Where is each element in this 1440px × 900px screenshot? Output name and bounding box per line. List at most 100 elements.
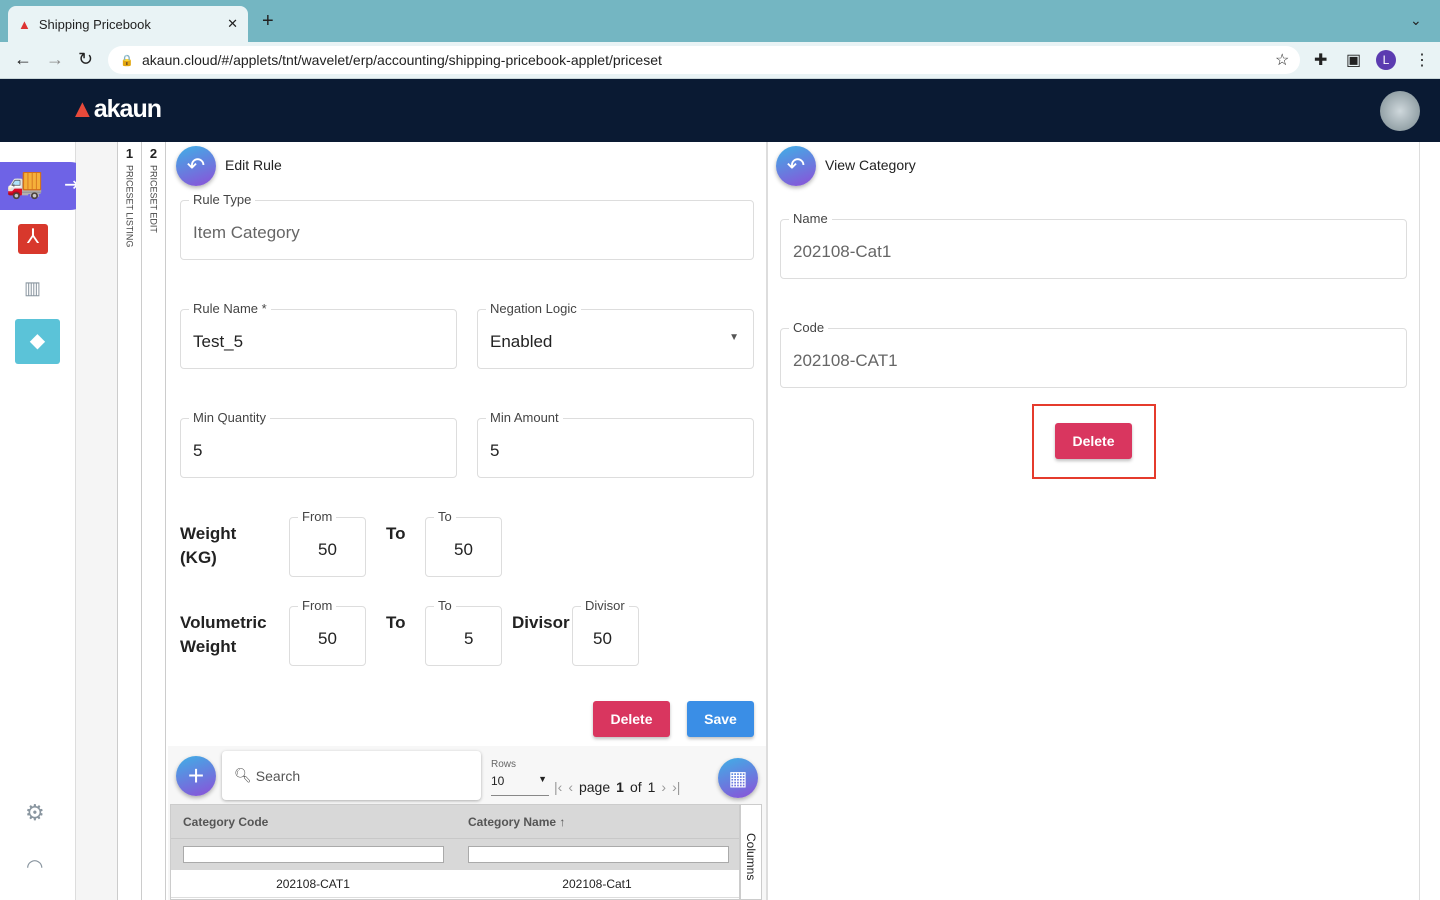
sidepanel-icon[interactable]: ▣ bbox=[1346, 50, 1361, 70]
edit-rule-panel: ↶ Edit Rule Rule Type Item Category Rule … bbox=[166, 142, 768, 900]
breadcrumb-priceset-listing[interactable]: 1 PRICESET LISTING bbox=[117, 142, 142, 900]
tab-title: Shipping Pricebook bbox=[38, 16, 151, 32]
volumetric-weight-label: Volumetric Weight bbox=[180, 613, 267, 656]
step-number: 2 bbox=[149, 146, 158, 161]
gear-icon[interactable]: ⚙ bbox=[25, 800, 45, 826]
value: Enabled bbox=[490, 332, 553, 351]
search-input[interactable]: 🔍︎ Search bbox=[222, 751, 481, 800]
dropdown-arrow-icon: ▼ bbox=[538, 774, 547, 784]
columns-sidebar-button[interactable]: Columns bbox=[740, 804, 762, 900]
prev-page-icon[interactable]: ‹ bbox=[568, 779, 573, 795]
vol-from-field[interactable]: From 50 bbox=[289, 598, 366, 666]
filter-row bbox=[171, 838, 739, 870]
column-header-category-name[interactable]: Category Name ↑ bbox=[456, 815, 565, 829]
column-header-category-code[interactable]: Category Code bbox=[171, 815, 456, 829]
step-label: PRICESET LISTING bbox=[124, 165, 135, 248]
category-name-field[interactable]: Name 202108-Cat1 bbox=[780, 211, 1407, 279]
negation-logic-select[interactable]: Negation Logic Enabled ▼ bbox=[477, 301, 754, 369]
add-button[interactable]: + bbox=[176, 756, 216, 796]
address-bar-row: ← → ↻ 🔒 akaun.cloud/#/applets/tnt/wavelet… bbox=[0, 42, 1440, 79]
rule-type-field[interactable]: Rule Type Item Category bbox=[180, 192, 754, 260]
next-page-icon[interactable]: › bbox=[661, 779, 666, 795]
rows-select[interactable]: 10 ▼ bbox=[491, 774, 549, 796]
page-word: page bbox=[578, 779, 611, 795]
value: 5 bbox=[490, 441, 500, 460]
url-text: akaun.cloud/#/applets/tnt/wavelet/erp/ac… bbox=[142, 52, 662, 68]
sort-asc-icon: ↑ bbox=[559, 814, 566, 829]
label: From bbox=[298, 509, 337, 524]
value: 50 bbox=[318, 540, 337, 559]
table-row[interactable]: 202108-CAT1 202108-Cat1 bbox=[171, 870, 739, 898]
label: Code bbox=[789, 320, 829, 335]
weight-to-field[interactable]: To 50 bbox=[425, 509, 502, 577]
label: Rule Type bbox=[189, 192, 256, 207]
divisor-field[interactable]: Divisor 50 bbox=[572, 598, 639, 666]
tag-icon[interactable]: ◆ bbox=[15, 319, 60, 364]
gap bbox=[76, 142, 117, 900]
value: Item Category bbox=[193, 223, 300, 242]
browser-tab[interactable]: ▲ Shipping Pricebook ✕ bbox=[8, 6, 248, 42]
last-page-icon[interactable]: ›| bbox=[672, 779, 680, 795]
placeholder: Search bbox=[255, 767, 301, 784]
label: Negation Logic bbox=[486, 301, 581, 316]
rows-label: Rows bbox=[491, 759, 517, 770]
label: Name bbox=[789, 211, 832, 226]
back-button[interactable]: ↶ bbox=[176, 146, 216, 186]
to-label: To bbox=[386, 613, 406, 632]
search-icon: 🔍︎ bbox=[234, 767, 252, 783]
breadcrumb-priceset-edit[interactable]: 2 PRICESET EDIT bbox=[141, 142, 166, 900]
cell-category-code: 202108-CAT1 bbox=[276, 876, 350, 891]
menu-icon[interactable]: ⋮ bbox=[1414, 50, 1430, 70]
grid-view-button[interactable]: ▦ bbox=[718, 758, 758, 798]
value: 5 bbox=[464, 629, 474, 648]
profile-avatar[interactable]: L bbox=[1376, 50, 1396, 70]
forward-icon[interactable]: → bbox=[46, 49, 64, 70]
value: Test_5 bbox=[193, 332, 244, 351]
table-header: Category Code Category Name ↑ bbox=[171, 805, 739, 838]
app-icon[interactable]: ⅄ bbox=[18, 224, 48, 254]
chevron-down-icon[interactable]: ⌄ bbox=[1410, 12, 1422, 29]
back-icon[interactable]: ← bbox=[14, 49, 32, 70]
cell-category-name: 202108-Cat1 bbox=[562, 876, 632, 891]
label: To bbox=[434, 509, 456, 524]
first-page-icon[interactable]: |‹ bbox=[554, 779, 562, 795]
save-button[interactable]: Save bbox=[687, 701, 754, 737]
user-avatar[interactable] bbox=[1380, 91, 1420, 131]
url-input[interactable]: 🔒 akaun.cloud/#/applets/tnt/wavelet/erp/a… bbox=[108, 46, 1300, 74]
book-icon[interactable]: ▥ bbox=[24, 278, 41, 299]
app-header bbox=[0, 79, 1440, 142]
pagination: |‹ ‹ page 1 of 1 › ›| bbox=[554, 779, 680, 795]
star-icon[interactable]: ☆ bbox=[1275, 50, 1289, 70]
angular-icon: ▲ bbox=[18, 16, 31, 32]
delete-rule-button[interactable]: Delete bbox=[593, 701, 670, 737]
value: 5 bbox=[193, 441, 203, 460]
total-pages: 1 bbox=[647, 779, 656, 795]
vol-to-field[interactable]: To 5 bbox=[425, 598, 502, 666]
min-quantity-field[interactable]: Min Quantity 5 bbox=[180, 410, 457, 478]
akaun-logo[interactable]: ▲akaun bbox=[70, 95, 162, 124]
user-icon[interactable]: ◠ bbox=[26, 854, 43, 879]
close-tab-icon[interactable]: ✕ bbox=[227, 16, 238, 32]
delete-category-button[interactable]: Delete bbox=[1055, 423, 1132, 459]
divisor-label: Divisor bbox=[512, 613, 570, 632]
back-button[interactable]: ↶ bbox=[776, 146, 816, 186]
filter-category-code[interactable] bbox=[183, 846, 444, 863]
value: 202108-Cat1 bbox=[793, 242, 892, 261]
label: To bbox=[434, 598, 456, 613]
truck-icon: 🚚 bbox=[6, 167, 44, 200]
sidebar: 🚚 ⇥ ⅄ ▥ ◆ ⚙ ◠ bbox=[0, 142, 94, 900]
filter-category-name[interactable] bbox=[468, 846, 729, 863]
panel-title: View Category bbox=[825, 157, 916, 173]
extensions-icon[interactable]: ✚ bbox=[1314, 50, 1327, 70]
min-amount-field[interactable]: Min Amount 5 bbox=[477, 410, 754, 478]
value: 202108-CAT1 bbox=[793, 351, 898, 370]
weight-from-field[interactable]: From 50 bbox=[289, 509, 366, 577]
value: 50 bbox=[454, 540, 473, 559]
value: 10 bbox=[491, 774, 505, 788]
new-tab-icon[interactable]: + bbox=[262, 10, 274, 33]
rule-name-field[interactable]: Rule Name * Test_5 bbox=[180, 301, 457, 369]
panel-title: Edit Rule bbox=[225, 157, 282, 173]
reload-icon[interactable]: ↻ bbox=[78, 49, 93, 70]
value: 50 bbox=[593, 629, 612, 648]
category-code-field[interactable]: Code 202108-CAT1 bbox=[780, 320, 1407, 388]
